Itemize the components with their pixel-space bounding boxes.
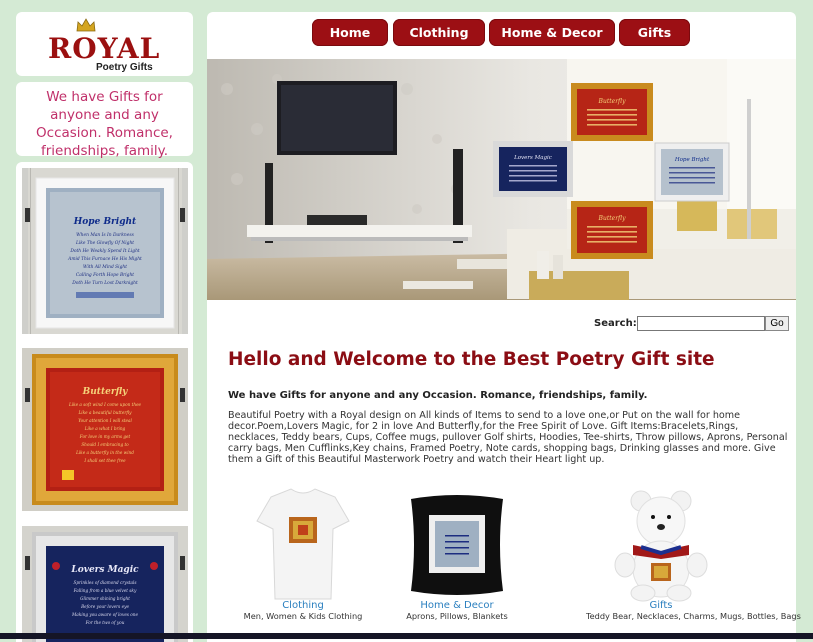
- nav-clothing-button[interactable]: Clothing: [393, 19, 485, 46]
- product-description: Aprons, Pillows, Blankets: [406, 611, 508, 621]
- svg-text:For the two of you: For the two of you: [85, 620, 125, 625]
- svg-text:Calling Forth Hope Bright: Calling Forth Hope Bright: [76, 273, 134, 278]
- tagline-panel: We have Gifts for anyone and any Occasio…: [16, 82, 193, 159]
- royal-poetry-gifts-logo[interactable]: ROYAL Poetry Gifts: [46, 18, 166, 74]
- svg-text:Your attention I will steal: Your attention I will steal: [78, 418, 132, 423]
- frame-title: Butterfly: [82, 387, 128, 397]
- logo-word: ROYAL: [48, 32, 161, 65]
- svg-text:Doth He Turn Lost Darknight: Doth He Turn Lost Darknight: [71, 281, 138, 286]
- page-subtitle: We have Gifts for anyone and any Occasio…: [228, 390, 648, 401]
- svg-text:Falling from a blue velvet sky: Falling from a blue velvet sky: [73, 588, 137, 593]
- svg-text:For love in my arms get: For love in my arms get: [79, 434, 131, 439]
- hope-bright-framed-poem[interactable]: Hope Bright When Man Is In Darkness Like…: [22, 168, 188, 334]
- product-description: Men, Women & Kids Clothing: [243, 611, 363, 621]
- product-clothing[interactable]: Clothing Men, Women & Kids Clothing: [228, 487, 378, 621]
- svg-text:Butterfly: Butterfly: [598, 98, 627, 105]
- svg-text:Making you aware of loves one: Making you aware of loves one: [71, 612, 138, 617]
- svg-text:With All Mind Sight: With All Mind Sight: [83, 265, 127, 270]
- hero-frame-hope-bright: Hope Bright: [654, 142, 730, 202]
- nav-home-decor-button[interactable]: Home & Decor: [489, 19, 615, 46]
- frame-title: Lovers Magic: [70, 565, 139, 575]
- svg-text:Glimmer shining bright: Glimmer shining bright: [80, 596, 130, 601]
- teddy-bear-image: [614, 490, 708, 602]
- search-input[interactable]: [637, 316, 765, 331]
- logo-subtitle: Poetry Gifts: [96, 62, 153, 73]
- intro-paragraph: Beautiful Poetry with a Royal design on …: [228, 410, 788, 465]
- svg-text:Before your lovers eye: Before your lovers eye: [80, 604, 129, 609]
- window-bottom-edge: [0, 633, 813, 639]
- svg-text:When Man Is In Darkness: When Man Is In Darkness: [76, 233, 134, 238]
- product-gifts[interactable]: Gifts Teddy Bear, Necklaces, Charms, Mug…: [586, 487, 801, 621]
- svg-text:Lovers Magic: Lovers Magic: [513, 155, 552, 161]
- svg-text:Butterfly: Butterfly: [598, 215, 627, 222]
- svg-text:Should I embracing to: Should I embracing to: [81, 442, 129, 447]
- product-description: Teddy Bear, Necklaces, Charms, Mugs, Bot…: [586, 611, 801, 621]
- tagline-text: We have Gifts for anyone and any Occasio…: [36, 89, 173, 159]
- nav-gifts-button[interactable]: Gifts: [619, 19, 690, 46]
- framed-poetry-column: Hope Bright When Man Is In Darkness Like…: [16, 162, 193, 642]
- search-go-button[interactable]: Go: [765, 316, 789, 331]
- main-content-panel: Home Clothing Home & Decor Gifts Butterf…: [207, 12, 801, 642]
- page-title: Hello and Welcome to the Best Poetry Gif…: [228, 349, 715, 370]
- hero-frame-lovers-magic: Lovers Magic: [493, 141, 573, 197]
- hero-frame-butterfly-top: Butterfly: [571, 83, 653, 141]
- product-home-decor[interactable]: Home & Decor Aprons, Pillows, Blankets: [382, 487, 532, 621]
- svg-text:Hope Bright: Hope Bright: [674, 157, 710, 163]
- svg-text:Like a what I bring: Like a what I bring: [84, 426, 126, 431]
- nav-home-button[interactable]: Home: [312, 19, 388, 46]
- svg-text:Like a soft wind I come upon t: Like a soft wind I come upon thee: [68, 402, 142, 407]
- logo-panel: ROYAL Poetry Gifts: [16, 12, 193, 76]
- frame-title: Hope Bright: [73, 217, 137, 227]
- pillow-image: [411, 495, 503, 595]
- svg-text:Sprinkles of diamond crystals: Sprinkles of diamond crystals: [73, 580, 136, 585]
- search-label: Search:: [594, 318, 637, 329]
- hero-frame-butterfly-bottom: Butterfly: [571, 201, 653, 259]
- hero-living-room-image: Butterfly Lovers Magic Hope Bright Butte…: [207, 59, 796, 300]
- svg-text:Like a beautiful butterfly: Like a beautiful butterfly: [78, 410, 133, 415]
- svg-text:Amid This Furnace He His Might: Amid This Furnace He His Might: [67, 257, 142, 262]
- svg-text:I shall set thee free: I shall set thee free: [83, 458, 126, 463]
- svg-text:Like The Glowfly Of Night: Like The Glowfly Of Night: [75, 241, 134, 246]
- svg-text:Doth He Weakly Spend It Light: Doth He Weakly Spend It Light: [69, 249, 140, 254]
- crown-icon: [76, 18, 96, 32]
- lovers-magic-framed-poem[interactable]: Lovers Magic Sprinkles of diamond crysta…: [22, 526, 188, 642]
- svg-text:Like a butterfly in the wind: Like a butterfly in the wind: [75, 450, 134, 455]
- butterfly-framed-poem[interactable]: Butterfly Like a soft wind I come upon t…: [22, 348, 188, 511]
- tshirt-image: [256, 488, 350, 600]
